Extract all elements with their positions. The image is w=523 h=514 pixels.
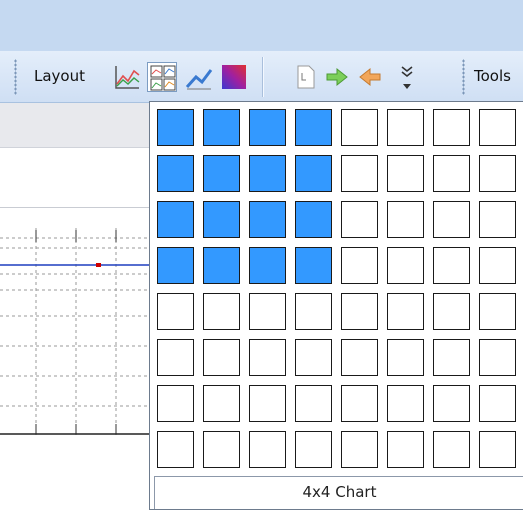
grid-cell[interactable] <box>249 247 286 284</box>
grid-cell[interactable] <box>203 339 240 376</box>
grid-cell[interactable] <box>433 339 470 376</box>
grid-cell[interactable] <box>479 293 516 330</box>
arrow-right-icon <box>326 67 348 87</box>
toolbar-grip[interactable] <box>462 59 465 95</box>
arrow-left-icon <box>359 67 381 87</box>
grid-cell[interactable] <box>157 201 194 238</box>
grid-cell[interactable] <box>203 247 240 284</box>
grid-cell[interactable] <box>387 431 424 468</box>
grid-cell[interactable] <box>249 339 286 376</box>
grid-cell[interactable] <box>249 431 286 468</box>
arrow-right-button[interactable] <box>322 62 352 92</box>
grid-cell[interactable] <box>203 293 240 330</box>
grid-cell[interactable] <box>387 201 424 238</box>
grid-cell[interactable] <box>295 109 332 146</box>
title-band <box>0 0 523 51</box>
grid-cell[interactable] <box>479 431 516 468</box>
grid-cell[interactable] <box>295 293 332 330</box>
grid-cell[interactable] <box>157 385 194 422</box>
color-gradient-button[interactable] <box>219 62 249 92</box>
chart-grid-layout-button[interactable] <box>147 62 177 92</box>
grid-cell[interactable] <box>341 431 378 468</box>
grid-cell[interactable] <box>157 155 194 192</box>
grid-cell[interactable] <box>387 109 424 146</box>
grid-cell[interactable] <box>433 247 470 284</box>
grid-cell[interactable] <box>433 109 470 146</box>
grid-cell[interactable] <box>341 293 378 330</box>
grid-cell[interactable] <box>341 247 378 284</box>
grid-cell[interactable] <box>203 201 240 238</box>
grid-cell[interactable] <box>157 109 194 146</box>
toolbar-separator <box>262 57 264 97</box>
grid-cell[interactable] <box>479 247 516 284</box>
document-icon <box>297 65 315 89</box>
grid-cell[interactable] <box>387 385 424 422</box>
chart-area <box>0 228 152 438</box>
grid-caption: 4x4 Chart <box>154 476 523 509</box>
grid-cell[interactable] <box>295 155 332 192</box>
tools-label[interactable]: Tools <box>474 67 511 85</box>
grid-cell[interactable] <box>295 247 332 284</box>
grid-cell[interactable] <box>387 247 424 284</box>
grid-cell[interactable] <box>203 385 240 422</box>
layout-label: Layout <box>34 67 85 85</box>
overflow-button[interactable] <box>392 62 422 92</box>
line-chart-icon <box>115 66 140 89</box>
grid-cell[interactable] <box>479 109 516 146</box>
series-marker <box>96 263 101 267</box>
grid-cell[interactable] <box>387 339 424 376</box>
grid-cell[interactable] <box>203 155 240 192</box>
line-chart-button[interactable] <box>112 62 142 92</box>
chart-grid-layout-icon <box>150 65 176 91</box>
overflow-chevron-icon <box>401 66 413 89</box>
grid-cell[interactable] <box>341 109 378 146</box>
color-gradient-icon <box>222 65 246 89</box>
grid-cell[interactable] <box>341 155 378 192</box>
grid-cell[interactable] <box>479 385 516 422</box>
grid-cell[interactable] <box>249 385 286 422</box>
grid-cell[interactable] <box>433 201 470 238</box>
grid-cell[interactable] <box>341 385 378 422</box>
grid-cell[interactable] <box>157 293 194 330</box>
chart-pane <box>0 103 152 514</box>
grid-cell[interactable] <box>341 201 378 238</box>
grid-cell[interactable] <box>433 293 470 330</box>
toolbar-grip[interactable] <box>14 59 17 95</box>
arrow-left-button[interactable] <box>355 62 385 92</box>
pane-divider <box>0 207 152 208</box>
grid-cell[interactable] <box>249 293 286 330</box>
grid-cell[interactable] <box>433 155 470 192</box>
grid-cell[interactable] <box>479 155 516 192</box>
grid-cell[interactable] <box>295 431 332 468</box>
grid-cell[interactable] <box>479 201 516 238</box>
grid-cell[interactable] <box>157 247 194 284</box>
grid-cell[interactable] <box>433 431 470 468</box>
grid-cell[interactable] <box>203 431 240 468</box>
chart-plot <box>0 228 152 438</box>
grid-cell[interactable] <box>433 385 470 422</box>
trend-chart-icon <box>185 69 213 90</box>
grid-cell[interactable] <box>295 385 332 422</box>
grid-cell[interactable] <box>387 155 424 192</box>
grid-cell[interactable] <box>157 339 194 376</box>
grid-cell[interactable] <box>341 339 378 376</box>
grid-cell[interactable] <box>249 155 286 192</box>
grid-cell[interactable] <box>295 201 332 238</box>
grid-cell[interactable] <box>295 339 332 376</box>
chart-grid-dropdown: 4x4 Chart <box>149 101 523 510</box>
grid-cell[interactable] <box>203 109 240 146</box>
grid-cell[interactable] <box>249 201 286 238</box>
grid-cell[interactable] <box>157 431 194 468</box>
document-button[interactable] <box>290 62 320 92</box>
toolbar: Layout Tools <box>0 51 523 103</box>
pane-header <box>0 103 152 148</box>
grid-cell[interactable] <box>479 339 516 376</box>
grid-cell[interactable] <box>387 293 424 330</box>
grid-cell[interactable] <box>249 109 286 146</box>
trend-chart-button[interactable] <box>184 62 214 92</box>
